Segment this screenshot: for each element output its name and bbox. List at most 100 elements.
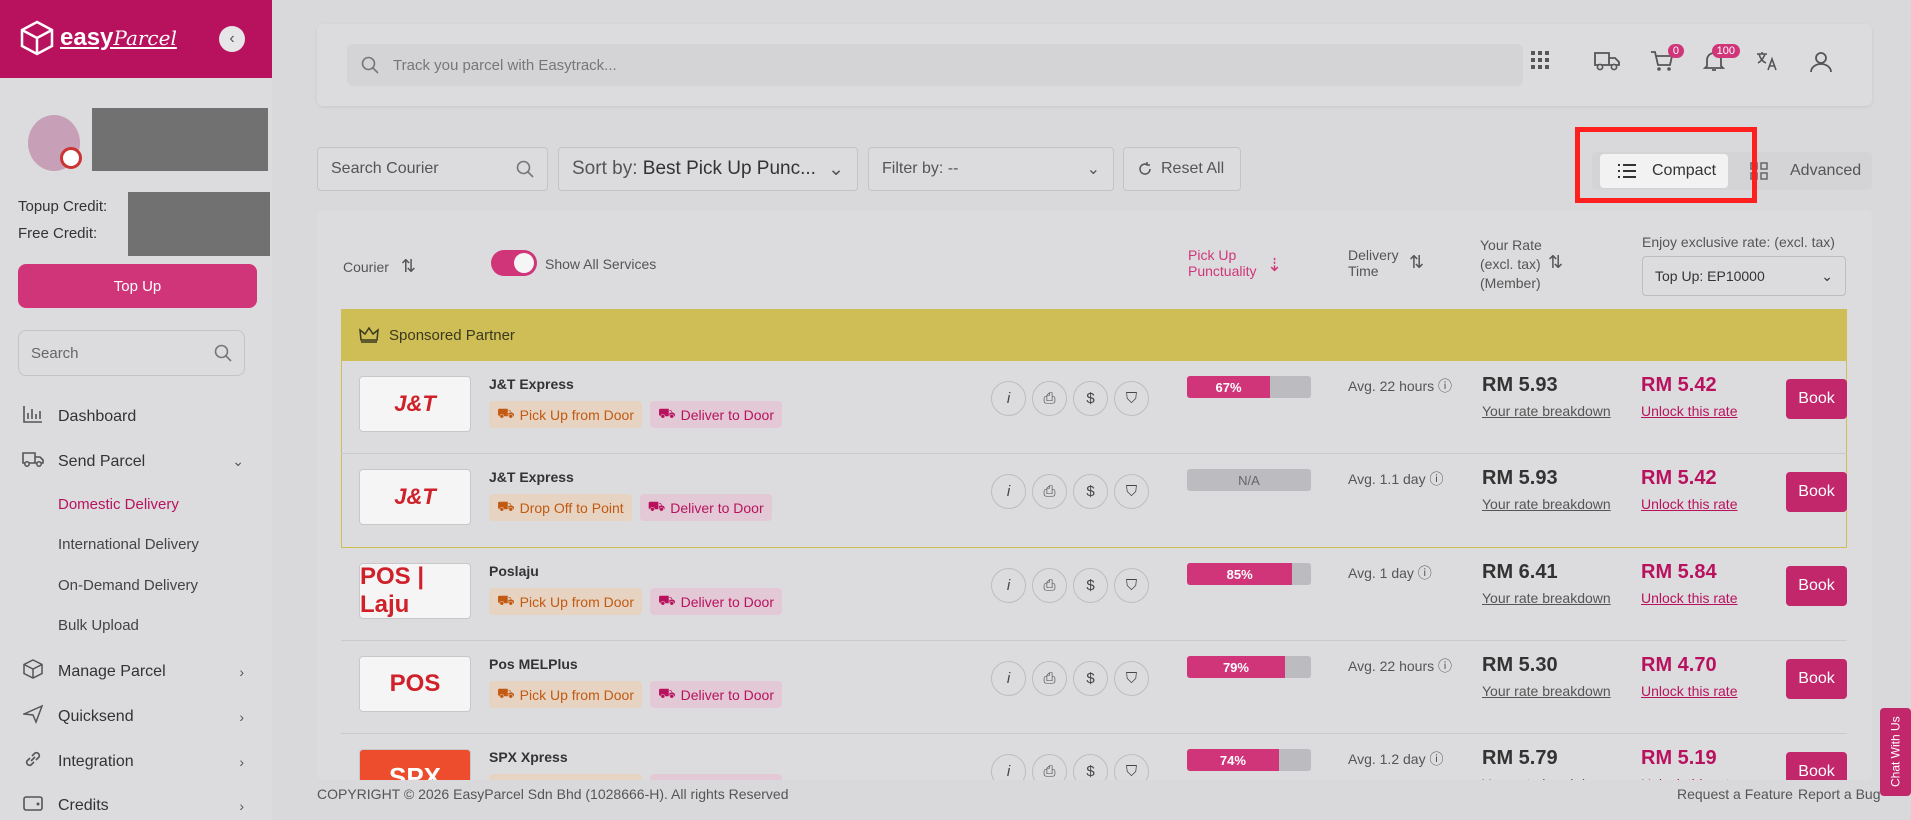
translate-icon[interactable] <box>1755 50 1779 78</box>
book-button[interactable]: Book <box>1786 379 1847 419</box>
unlock-rate-link[interactable]: Unlock this rate <box>1641 683 1737 699</box>
courier-column-header[interactable]: Courier ⇅ <box>343 256 416 277</box>
easyparcel-logo[interactable]: easyParcel <box>20 20 177 56</box>
truck-icon: ⛟ <box>497 778 515 780</box>
dollar-icon[interactable]: $ <box>1073 661 1108 696</box>
sidebar-item-international-delivery[interactable]: International Delivery <box>58 536 199 553</box>
sort-descending-icon[interactable]: ⇣ <box>1267 255 1282 276</box>
truck-icon: ⛟ <box>497 405 515 421</box>
dollar-icon[interactable]: $ <box>1073 568 1108 603</box>
row-actions: i ⎙ $ ⛉ <box>991 754 1149 780</box>
book-button[interactable]: Book <box>1786 566 1847 606</box>
rate-header-line1: Your Rate <box>1480 237 1542 253</box>
sidebar-item-quicksend[interactable]: Quicksend › <box>21 704 244 729</box>
info-icon[interactable]: i <box>991 754 1026 780</box>
courier-logo-text: POS | Laju <box>360 563 425 618</box>
reset-all-button[interactable]: Reset All <box>1123 147 1241 191</box>
cart-button[interactable]: 0 <box>1650 44 1684 78</box>
user-profile-icon[interactable] <box>1809 50 1833 80</box>
chat-with-us-button[interactable]: Chat With Us <box>1880 708 1911 796</box>
sidebar-item-send-parcel[interactable]: Send Parcel ⌄ <box>22 450 244 473</box>
shield-icon[interactable]: ⛉ <box>1114 568 1149 603</box>
info-icon[interactable]: i <box>991 381 1026 416</box>
service-tag-delivery: ⛟Deliver to Door <box>639 494 772 521</box>
help-circle-icon[interactable]: ⓘ <box>1438 658 1452 674</box>
dollar-icon[interactable]: $ <box>1073 381 1108 416</box>
printer-icon[interactable]: ⎙ <box>1032 754 1067 780</box>
topup-button[interactable]: Top Up <box>18 264 257 308</box>
printer-icon[interactable]: ⎙ <box>1032 474 1067 509</box>
printer-icon[interactable]: ⎙ <box>1032 568 1067 603</box>
rate-breakdown-link[interactable]: Your rate breakdown <box>1482 776 1611 780</box>
delivery-truck-icon[interactable] <box>1594 50 1620 78</box>
book-button[interactable]: Book <box>1786 659 1847 699</box>
dollar-icon[interactable]: $ <box>1073 754 1108 780</box>
courier-row: POS | Laju Poslaju ⛟ Pick Up from Door ⛟ D… <box>341 548 1847 641</box>
courier-logo-text: J&T <box>394 484 436 509</box>
help-circle-icon[interactable]: ⓘ <box>1429 751 1443 767</box>
search-courier-input[interactable]: Search Courier <box>317 147 548 191</box>
courier-row: SPX SPX Xpress ⛟ Pick Up from Door ⛟ Deliv… <box>341 734 1847 780</box>
easytrack-search-input[interactable]: Track you parcel with Easytrack... <box>347 44 1523 86</box>
dollar-icon[interactable]: $ <box>1073 474 1108 509</box>
delivery-time-header[interactable]: Delivery Time <box>1348 247 1399 279</box>
rate-breakdown-link[interactable]: Your rate breakdown <box>1482 683 1611 699</box>
rate-breakdown-link[interactable]: Your rate breakdown <box>1482 403 1611 419</box>
sidebar-item-credits[interactable]: Credits › <box>22 794 244 817</box>
notifications-button[interactable]: 100 <box>1702 44 1740 78</box>
filter-by-select[interactable]: Filter by: -- ⌄ <box>868 147 1114 191</box>
sponsored-partner-banner: Sponsored Partner <box>341 309 1847 361</box>
sidebar-item-label: Dashboard <box>58 407 137 425</box>
printer-icon[interactable]: ⎙ <box>1032 381 1067 416</box>
show-all-services-toggle[interactable] <box>491 250 537 276</box>
shield-icon[interactable]: ⛉ <box>1114 474 1149 509</box>
rate-header-line2: (excl. tax) <box>1480 256 1541 272</box>
sort-arrows-icon[interactable]: ⇅ <box>1409 252 1424 273</box>
shield-icon[interactable]: ⛉ <box>1114 661 1149 696</box>
report-bug-link[interactable]: Report a Bug <box>1798 786 1881 802</box>
sidebar-item-dashboard[interactable]: Dashboard <box>22 405 244 428</box>
your-rate-price: RM 5.93 <box>1482 467 1558 489</box>
apps-grid-icon[interactable] <box>1530 50 1550 76</box>
unlock-rate-link[interactable]: Unlock this rate <box>1641 776 1737 780</box>
pickup-punctuality-header[interactable]: Pick Up Punctuality <box>1188 247 1256 279</box>
search-icon <box>361 56 379 74</box>
truck-icon: ⛟ <box>497 685 515 701</box>
sort-arrows-icon[interactable]: ⇅ <box>1548 252 1563 273</box>
link-icon <box>22 749 44 774</box>
help-circle-icon[interactable]: ⓘ <box>1429 471 1443 487</box>
sidebar-item-manage-parcel[interactable]: Manage Parcel › <box>22 659 244 684</box>
printer-icon[interactable]: ⎙ <box>1032 661 1067 696</box>
sidebar-item-label: Send Parcel <box>58 452 146 470</box>
sidebar-item-domestic-delivery[interactable]: Domestic Delivery <box>58 496 179 513</box>
shield-icon[interactable]: ⛉ <box>1114 754 1149 780</box>
exclusive-rate-select[interactable]: Top Up: EP10000 ⌄ <box>1642 256 1846 296</box>
rate-breakdown-link[interactable]: Your rate breakdown <box>1482 496 1611 512</box>
request-feature-link[interactable]: Request a Feature <box>1677 786 1793 802</box>
help-circle-icon[interactable]: ⓘ <box>1438 378 1452 394</box>
sidebar-search-input[interactable]: Search <box>18 330 245 376</box>
chevron-left-icon: ‹ <box>229 30 235 47</box>
info-icon[interactable]: i <box>991 568 1026 603</box>
info-icon[interactable]: i <box>991 661 1026 696</box>
advanced-view-button[interactable]: Advanced <box>1750 154 1861 188</box>
refresh-icon <box>1139 162 1151 175</box>
book-button[interactable]: Book <box>1786 752 1847 780</box>
avatar[interactable] <box>28 115 82 171</box>
unlock-rate-link[interactable]: Unlock this rate <box>1641 403 1737 419</box>
unlock-rate-link[interactable]: Unlock this rate <box>1641 590 1737 606</box>
info-icon[interactable]: i <box>991 474 1026 509</box>
search-icon <box>516 160 534 178</box>
unlock-rate-link[interactable]: Unlock this rate <box>1641 496 1737 512</box>
service-tags: ⛟ Pick Up from Door ⛟ Deliver to Door <box>489 774 782 780</box>
rate-breakdown-link[interactable]: Your rate breakdown <box>1482 590 1611 606</box>
sidebar-item-bulk-upload[interactable]: Bulk Upload <box>58 617 139 634</box>
sidebar-item-integration[interactable]: Integration › <box>22 749 244 774</box>
sort-by-select[interactable]: Sort by: Best Pick Up Punc... ⌄ <box>558 147 858 191</box>
shield-icon[interactable]: ⛉ <box>1114 381 1149 416</box>
help-circle-icon[interactable]: ⓘ <box>1418 565 1432 581</box>
collapse-sidebar-button[interactable]: ‹ <box>219 26 245 52</box>
sidebar-item-on-demand-delivery[interactable]: On-Demand Delivery <box>58 577 198 594</box>
book-button[interactable]: Book <box>1786 472 1847 512</box>
member-rate-price: RM 4.70 <box>1641 654 1717 676</box>
